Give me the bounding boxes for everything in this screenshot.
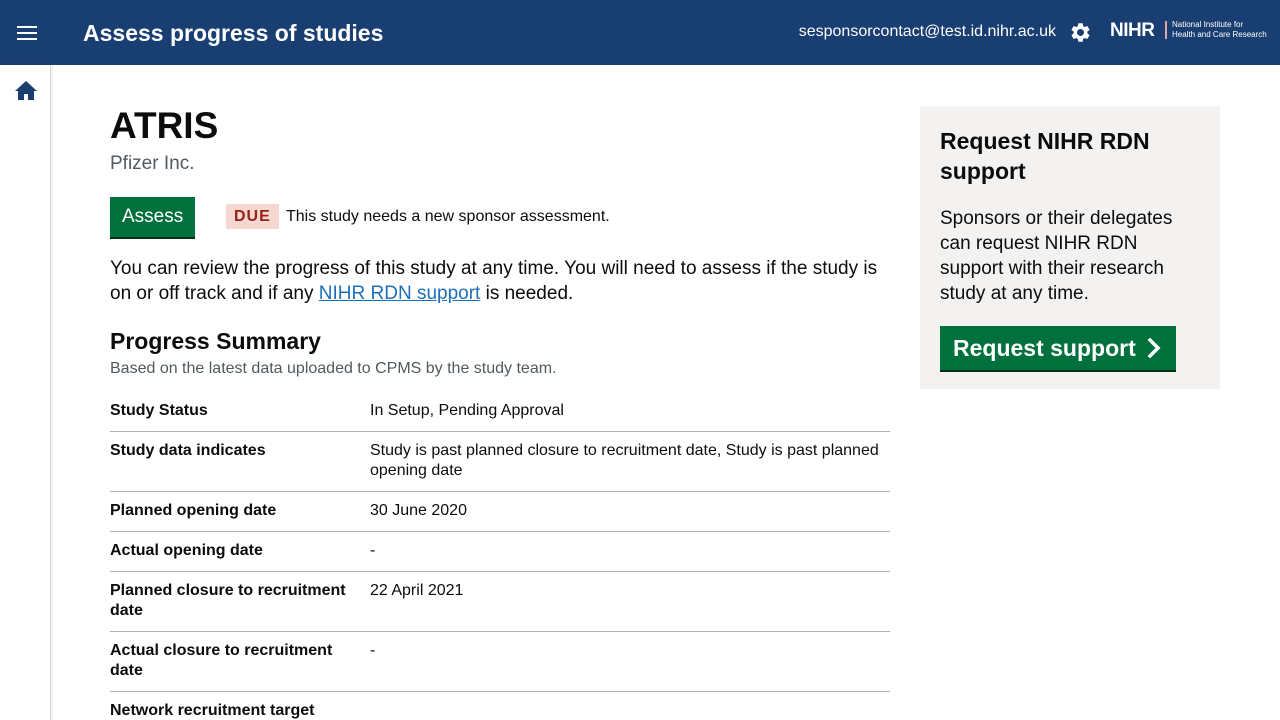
summary-row-value: In Setup, Pending Approval [370,399,890,432]
gear-icon [1071,23,1090,42]
home-icon [15,81,37,100]
user-email-link[interactable]: sesponsorcontact@test.id.nihr.ac.uk [799,22,1056,42]
summary-row-value: 22 April 2021 [370,571,890,632]
progress-summary-caption: Based on the latest data uploaded to CPM… [110,360,557,377]
summary-row-label: Network recruitment target [110,691,370,720]
intro-paragraph: You can review the progress of this stud… [110,256,890,306]
app-title: Assess progress of studies [83,20,384,46]
settings-button[interactable] [1069,21,1092,44]
summary-row-label: Actual opening date [110,531,370,572]
summary-row-label: Actual closure to recruitment date [110,631,370,692]
summary-row: Planned closure to recruitment date 22 A… [110,571,890,632]
logo-line-2: Health and Care Research [1172,30,1267,39]
logo-subtitle: National Institute for Health and Care R… [1172,20,1267,40]
main-content: ATRIS Pfizer Inc. Assess DUE This study … [110,106,890,720]
logo-line-1: National Institute for [1172,20,1244,29]
menu-icon [17,25,37,40]
panel-title: Request NIHR RDN support [940,128,1150,184]
menu-button[interactable] [0,0,54,65]
due-status-badge: DUE [226,204,279,229]
summary-row-value [370,691,890,720]
due-status-message: This study needs a new sponsor assessmen… [286,208,610,225]
summary-row-value: 30 June 2020 [370,491,890,532]
request-support-label: Request support [953,335,1136,361]
summary-row: Network recruitment target [110,691,890,720]
progress-summary-table: Study Status In Setup, Pending Approval … [110,399,890,720]
summary-row-value: - [370,631,890,692]
intro-text-end: is needed. [480,283,574,304]
logo-mark: NIHR [1110,20,1155,41]
summary-row-label: Planned closure to recruitment date [110,571,370,632]
summary-row: Actual closure to recruitment date - [110,631,890,692]
summary-row-label: Study data indicates [110,431,370,492]
assess-button[interactable]: Assess [110,197,196,237]
summary-row: Study data indicates Study is past plann… [110,431,890,492]
chevron-right-icon [1147,338,1161,358]
request-support-button[interactable]: Request support [940,326,1176,370]
request-support-panel: Request NIHR RDN support Sponsors or the… [920,106,1220,389]
side-nav [0,65,51,720]
home-button[interactable] [14,80,38,102]
assessment-status-row: Assess DUE This study needs a new sponso… [110,197,890,237]
study-title: ATRIS [110,105,219,146]
sponsor-organisation: Pfizer Inc. [110,153,195,174]
summary-row-value: - [370,531,890,572]
summary-row: Planned opening date 30 June 2020 [110,491,890,532]
nihr-rdn-support-link[interactable]: NIHR RDN support [319,283,481,304]
summary-row: Actual opening date - [110,531,890,572]
summary-row-value: Study is past planned closure to recruit… [370,431,890,492]
logo-divider [1165,21,1167,39]
summary-row-label: Planned opening date [110,491,370,532]
nihr-logo: NIHR National Institute for Health and C… [1110,20,1270,44]
app-header: Assess progress of studies sesponsorcont… [0,0,1280,65]
summary-row: Study Status In Setup, Pending Approval [110,399,890,432]
panel-body: Sponsors or their delegates can request … [940,208,1173,304]
summary-row-label: Study Status [110,399,370,432]
progress-summary-heading: Progress Summary [110,328,321,354]
